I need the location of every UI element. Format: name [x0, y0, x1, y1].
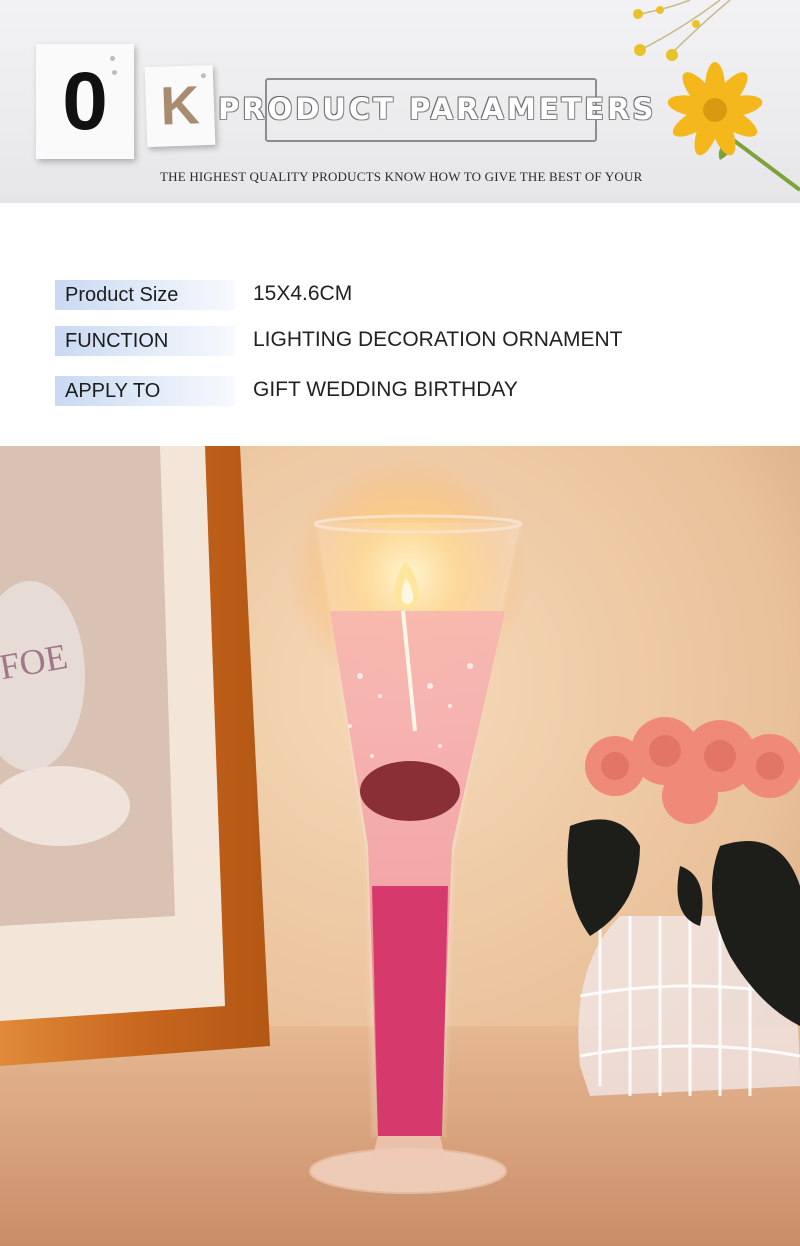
yellow-buds: [633, 6, 700, 61]
letter-card-o: 0: [36, 44, 134, 159]
param-value: GIFT WEDDING BIRTHDAY: [253, 378, 518, 401]
sunflower-decoration: [633, 0, 800, 192]
letter-card-k: K: [144, 64, 216, 148]
sunflower-center: [703, 98, 727, 122]
param-row-function: FUNCTION LIGHTING DECORATION ORNAMENT: [0, 326, 800, 358]
letter-k: K: [159, 75, 201, 137]
card-pin-dot: [112, 70, 117, 75]
product-photo: FOE: [0, 446, 800, 1246]
rose-basket: [567, 717, 800, 1096]
card-pin-dot: [200, 73, 207, 79]
product-parameters: Product Size 15X4.6CM FUNCTION LIGHTING …: [0, 203, 800, 446]
param-value: LIGHTING DECORATION ORNAMENT: [253, 328, 623, 351]
header-banner: 0 K PRODUCT PARAMETERS THE HIGHEST QUALI…: [0, 0, 800, 203]
param-value: 15X4.6CM: [253, 282, 353, 305]
candle-scene: FOE: [0, 446, 800, 1246]
letter-o: 0: [62, 55, 108, 147]
bud-branch: [639, 0, 731, 56]
banner-title: PRODUCT PARAMETERS: [218, 92, 657, 126]
param-label: Product Size: [55, 280, 235, 310]
param-label: FUNCTION: [55, 326, 235, 356]
gel-crystals: [372, 886, 448, 1136]
card-pin-dot: [110, 56, 115, 61]
param-row-apply-to: APPLY TO GIFT WEDDING BIRTHDAY: [0, 376, 800, 408]
picture-frame: FOE: [0, 446, 270, 1066]
param-label: APPLY TO: [55, 376, 235, 406]
param-row-size: Product Size 15X4.6CM: [0, 280, 800, 312]
candle-stone: [360, 761, 460, 821]
